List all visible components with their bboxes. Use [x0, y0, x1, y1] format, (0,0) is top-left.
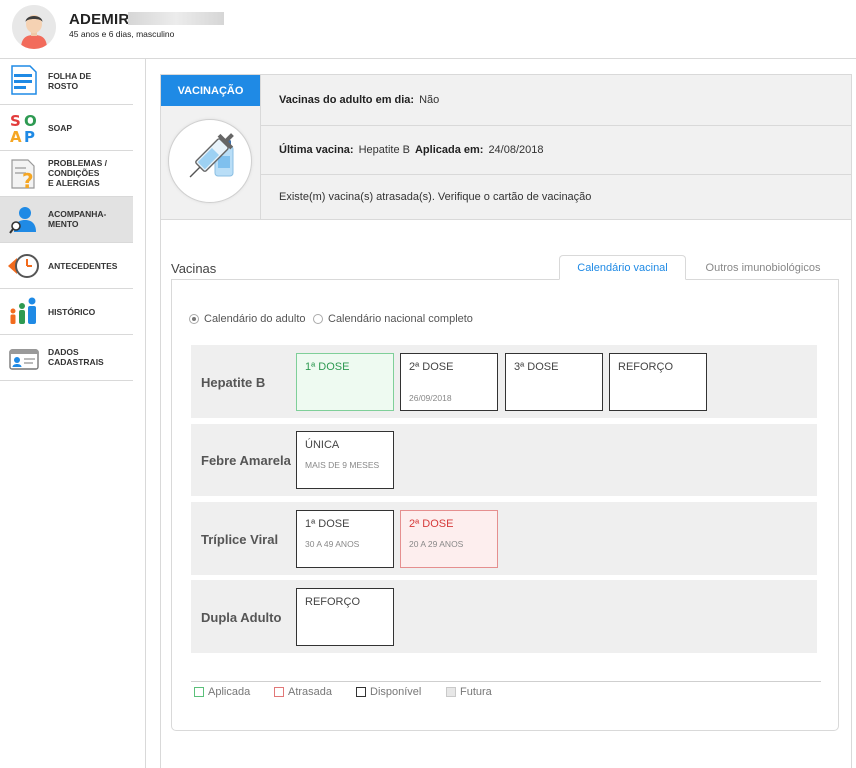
- future-swatch-icon: [446, 687, 456, 697]
- clock-history-icon: [8, 254, 39, 278]
- svg-text:A: A: [10, 128, 22, 144]
- legend-label: Aplicada: [208, 686, 251, 698]
- sidebar-item-soap[interactable]: S O A P SOAP: [0, 105, 133, 151]
- sidebar-item-label: ANTECEDENTES: [48, 261, 118, 271]
- last-vaccine-label: Última vacina:: [279, 144, 354, 156]
- svg-text:P: P: [24, 128, 35, 144]
- id-card-icon: [9, 349, 39, 370]
- tab-outros-imunobiologicos[interactable]: Outros imunobiológicos: [694, 256, 832, 280]
- person-search-icon: [9, 207, 36, 234]
- legend-label: Disponível: [370, 686, 422, 698]
- legend-late: Atrasada: [274, 686, 332, 698]
- svg-text:?: ?: [22, 169, 34, 190]
- legend-available: Disponível: [356, 686, 421, 698]
- dose-card[interactable]: REFORÇO: [296, 588, 394, 646]
- redacted-name: [128, 12, 224, 25]
- sidebar-item-label: DADOS CADASTRAIS: [48, 347, 104, 367]
- dose-title: 1ª DOSE: [305, 518, 350, 530]
- radio-label: Calendário nacional completo: [328, 313, 473, 325]
- applied-on-value: 24/08/2018: [488, 144, 544, 156]
- user-avatar-icon: [12, 5, 56, 49]
- document-icon: [11, 65, 37, 95]
- vaccine-name: Dupla Adulto: [201, 610, 282, 625]
- question-document-icon: ?: [11, 159, 35, 190]
- dose-title: 1ª DOSE: [305, 361, 350, 373]
- sidebar-item-historico[interactable]: HISTÓRICO: [0, 289, 133, 335]
- dose-title: REFORÇO: [618, 361, 673, 373]
- sidebar-item-dados-cadastrais[interactable]: DADOS CADASTRAIS: [0, 335, 133, 381]
- dose-card[interactable]: REFORÇO: [609, 353, 707, 411]
- sidebar-item-label: ACOMPANHA- MENTO: [48, 209, 107, 229]
- sidebar-item-label: SOAP: [48, 123, 73, 133]
- radio-label: Calendário do adulto: [204, 313, 306, 325]
- syringe-vial-icon: [189, 133, 234, 178]
- patient-name: ADEMIR: [69, 11, 130, 28]
- vaccine-row-dupla-adulto: Dupla Adulto REFORÇO: [191, 580, 817, 653]
- radio-unselected-icon[interactable]: [313, 314, 323, 324]
- sidebar: FOLHA DE ROSTO S O A P SOAP ? PROBLEMAS /…: [0, 59, 146, 768]
- legend-future: Futura: [446, 686, 492, 698]
- available-swatch-icon: [356, 687, 366, 697]
- family-history-icon: [10, 297, 36, 324]
- section-title: Vacinas: [171, 261, 217, 276]
- sidebar-item-folha-de-rosto[interactable]: FOLHA DE ROSTO: [0, 59, 133, 105]
- vaccine-name: Febre Amarela: [201, 453, 291, 468]
- legend-divider: [191, 681, 821, 682]
- dose-card[interactable]: 3ª DOSE: [505, 353, 603, 411]
- patient-age-sex: 45 anos e 6 dias, masculino: [69, 29, 175, 39]
- vaccination-tag: VACINAÇÃO: [161, 75, 260, 106]
- up-to-date-value: Não: [419, 94, 440, 106]
- sidebar-item-label: FOLHA DE ROSTO: [48, 71, 92, 91]
- sidebar-item-label: PROBLEMAS / CONDIÇÕES E ALERGIAS: [48, 158, 108, 188]
- dose-title: ÚNICA: [305, 439, 340, 451]
- sidebar-item-antecedentes[interactable]: ANTECEDENTES: [0, 243, 133, 289]
- up-to-date-label: Vacinas do adulto em dia:: [279, 94, 415, 106]
- vaccine-illustration: [168, 119, 252, 203]
- sidebar-item-label: HISTÓRICO: [48, 307, 96, 317]
- vaccine-row-triplice-viral: Tríplice Viral 1ª DOSE 30 A 49 ANOS 2ª D…: [191, 502, 817, 575]
- late-swatch-icon: [274, 687, 284, 697]
- radio-calendario-nacional[interactable]: Calendário nacional completo: [313, 313, 473, 325]
- avatar: [12, 5, 56, 49]
- tab-calendario-vacinal[interactable]: Calendário vacinal: [559, 255, 686, 280]
- vaccine-row-febre-amarela: Febre Amarela ÚNICA MAIS DE 9 MESES: [191, 424, 817, 496]
- last-vaccine-value: Hepatite B: [358, 144, 410, 156]
- legend-label: Futura: [460, 686, 492, 698]
- dose-title: REFORÇO: [305, 596, 360, 608]
- overdue-warning: Existe(m) vacina(s) atrasada(s). Verifiq…: [279, 191, 592, 203]
- patient-header: ADEMIR 45 anos e 6 dias, masculino: [0, 0, 856, 59]
- radio-calendario-adulto[interactable]: Calendário do adulto: [189, 313, 306, 325]
- legend-label: Atrasada: [288, 686, 333, 698]
- vaccine-name: Tríplice Viral: [201, 532, 279, 547]
- dose-card[interactable]: 2ª DOSE 26/09/2018: [400, 353, 498, 411]
- applied-on-label: Aplicada em:: [414, 144, 484, 156]
- dose-date: 26/09/2018: [409, 393, 452, 403]
- legend-applied: Aplicada: [194, 686, 250, 698]
- radio-selected-icon[interactable]: [189, 314, 199, 324]
- dose-age-range: MAIS DE 9 MESES: [305, 460, 380, 470]
- dose-title: 2ª DOSE: [409, 518, 454, 530]
- dose-title: 2ª DOSE: [409, 361, 454, 373]
- dose-card[interactable]: ÚNICA MAIS DE 9 MESES: [296, 431, 394, 489]
- sidebar-item-acompanhamento[interactable]: ACOMPANHA- MENTO: [0, 197, 133, 243]
- dose-title: 3ª DOSE: [514, 361, 559, 373]
- adult-vaccines-up-to-date: Vacinas do adulto em dia: Não: [261, 75, 851, 125]
- vaccine-row-hepatite-b: Hepatite B 1ª DOSE 2ª DOSE 26/09/2018 3ª…: [191, 345, 817, 418]
- applied-swatch-icon: [194, 687, 204, 697]
- dose-age-range: 20 A 29 ANOS: [409, 539, 464, 549]
- last-vaccine-info: Última vacina: Hepatite B Aplicada em: 2…: [261, 126, 851, 174]
- vaccine-name: Hepatite B: [201, 375, 266, 390]
- dose-card[interactable]: 1ª DOSE 30 A 49 ANOS: [296, 510, 394, 568]
- sidebar-item-problemas[interactable]: ? PROBLEMAS / CONDIÇÕES E ALERGIAS: [0, 151, 133, 197]
- dose-card[interactable]: 1ª DOSE: [296, 353, 394, 411]
- dose-age-range: 30 A 49 ANOS: [305, 539, 360, 549]
- dose-card[interactable]: 2ª DOSE 20 A 29 ANOS: [400, 510, 498, 568]
- soap-icon: S O A P: [10, 112, 37, 144]
